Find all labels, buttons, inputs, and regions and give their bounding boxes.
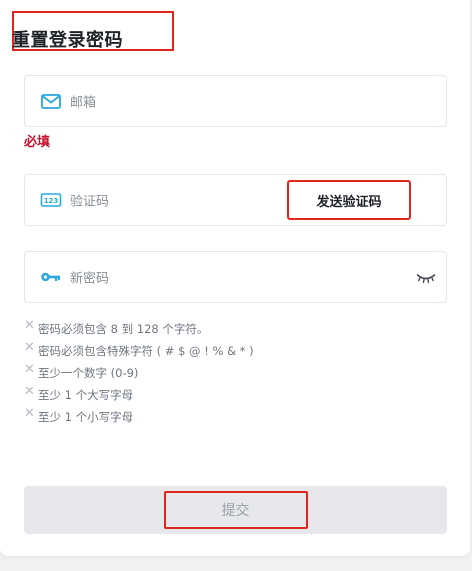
eye-closed-icon[interactable] (416, 270, 436, 284)
code-placeholder: 验证码 (70, 194, 110, 210)
x-icon: ✕ (24, 340, 35, 355)
password-rule-item: ✕ 至少 1 个大写字母 (24, 384, 134, 402)
page-title: 重置登录密码 (12, 30, 123, 51)
x-icon: ✕ (24, 406, 35, 421)
123-icon: 123 (39, 188, 63, 212)
email-field[interactable]: 邮箱 (24, 75, 447, 127)
mail-icon (39, 89, 63, 113)
password-rules-list: ✕ 密码必须包含 8 到 128 个字符。 ✕ 密码必须包含特殊字符 ( # $… (24, 318, 444, 428)
email-placeholder: 邮箱 (70, 95, 97, 111)
password-rule-item: ✕ 至少一个数字 (0-9) (24, 362, 139, 380)
new-password-placeholder: 新密码 (70, 271, 110, 287)
password-rule-item: ✕ 至少 1 个小写字母 (24, 406, 134, 424)
submit-button[interactable]: 提交 (24, 486, 447, 534)
reset-password-card: 重置登录密码 邮箱 必填 123 验证码 发送验证码 新密码 ✕ 密码必须包含 … (0, 0, 470, 556)
key-icon (39, 265, 63, 289)
send-code-button[interactable]: 发送验证码 (287, 180, 411, 220)
x-icon: ✕ (24, 318, 35, 333)
svg-text:123: 123 (44, 197, 59, 205)
required-label: 必填 (24, 135, 51, 150)
password-rule-item: ✕ 密码必须包含特殊字符 ( # $ @ ! % & * ) (24, 340, 254, 358)
password-rule-item: ✕ 密码必须包含 8 到 128 个字符。 (24, 318, 209, 336)
new-password-field[interactable]: 新密码 (24, 251, 447, 303)
x-icon: ✕ (24, 384, 35, 399)
x-icon: ✕ (24, 362, 35, 377)
